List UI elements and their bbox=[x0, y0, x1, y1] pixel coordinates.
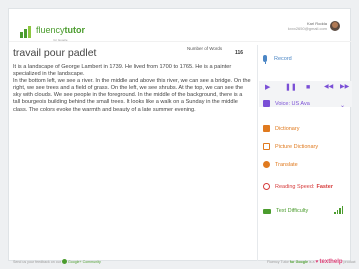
play-icon[interactable]: ▶ bbox=[265, 84, 270, 91]
record-button[interactable]: Record bbox=[263, 55, 292, 64]
speech-bubble-icon bbox=[263, 100, 270, 107]
document-paragraph: It is a landscape of George Lambert in 1… bbox=[13, 64, 232, 78]
translate-label: Translate bbox=[275, 161, 298, 168]
avatar[interactable] bbox=[330, 21, 340, 31]
document-text[interactable]: It is a landscape of George Lambert in 1… bbox=[13, 64, 251, 114]
panel-divider bbox=[257, 45, 258, 261]
voice-select[interactable]: Voice: US Ava bbox=[263, 100, 310, 107]
reading-speed-label: Reading Speed: bbox=[275, 183, 315, 190]
voice-label: Voice: US Ava bbox=[275, 100, 310, 107]
header-divider bbox=[9, 41, 352, 42]
heart-icon: ♥ bbox=[315, 259, 319, 265]
picture-dictionary-button[interactable]: Picture Dictionary bbox=[263, 143, 318, 150]
document-title: travail pour padlet bbox=[13, 47, 97, 59]
text-difficulty-button[interactable]: Text Difficulty bbox=[263, 208, 308, 214]
difficulty-bar bbox=[334, 212, 336, 214]
difficulty-bar bbox=[336, 210, 338, 214]
picture-dictionary-label: Picture Dictionary bbox=[275, 143, 319, 150]
fast-forward-icon[interactable]: ▶▶ bbox=[340, 84, 349, 91]
logo-subtitle: for Google bbox=[53, 38, 68, 42]
stop-icon[interactable]: ■ bbox=[306, 84, 310, 91]
logo-name: fluencytutor bbox=[36, 25, 86, 35]
logo-icon bbox=[20, 26, 31, 38]
reading-speed-value: Faster bbox=[316, 183, 333, 190]
google-community-icon bbox=[61, 259, 67, 264]
brand-footer: Fluency Tutor for Google is a ♥ texthelp… bbox=[267, 259, 356, 265]
reading-speed-button[interactable]: Reading Speed: Faster bbox=[263, 183, 333, 190]
picture-icon bbox=[263, 143, 270, 150]
pause-icon[interactable]: ❚❚ bbox=[285, 84, 297, 91]
text-difficulty-label: Text Difficulty bbox=[276, 208, 309, 214]
microphone-icon bbox=[263, 55, 267, 64]
dictionary-label: Dictionary bbox=[275, 125, 300, 132]
texthelp-logo[interactable]: texthelp bbox=[320, 259, 343, 265]
record-label: Record bbox=[274, 55, 292, 62]
word-count-value: 116 bbox=[235, 50, 244, 56]
globe-icon bbox=[263, 161, 270, 168]
user-email: kxxx2650@gmail.com bbox=[287, 26, 327, 31]
dictionary-button[interactable]: Dictionary bbox=[263, 125, 299, 132]
rewind-icon[interactable]: ◀◀ bbox=[324, 84, 333, 91]
book-icon bbox=[263, 125, 270, 132]
translate-button[interactable]: Translate bbox=[263, 161, 298, 168]
app-frame: fluencytutor for Google Karl Rodda kxxx2… bbox=[8, 8, 356, 265]
user-account[interactable]: Karl Rodda kxxx2650@gmail.com bbox=[288, 21, 340, 31]
google-community-link[interactable]: Google+ Community bbox=[61, 259, 101, 264]
feedback-footer: Send us your feedback on our Google+ Com… bbox=[13, 259, 101, 264]
text-difficulty-meter bbox=[334, 206, 343, 214]
word-count-label: Number of Words bbox=[187, 46, 223, 51]
difficulty-bar bbox=[339, 208, 341, 214]
difficulty-bar bbox=[341, 206, 343, 214]
speedometer-icon bbox=[263, 183, 270, 190]
fluency-tutor-logo[interactable]: fluencytutor for Google bbox=[20, 25, 85, 45]
chevron-down-icon[interactable]: ⌄ bbox=[340, 102, 345, 109]
graduation-cap-icon bbox=[263, 208, 271, 214]
document-paragraph: In the bottom left, we see a river. In t… bbox=[13, 78, 251, 113]
